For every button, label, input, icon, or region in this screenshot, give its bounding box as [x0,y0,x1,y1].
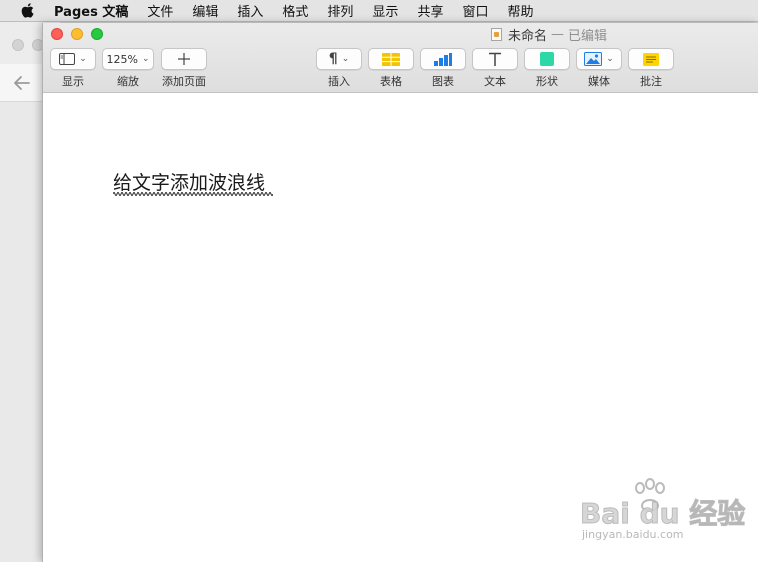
comment-tool: 批注 [628,48,674,89]
menu-insert[interactable]: 插入 [237,1,263,20]
text-t-icon [489,52,501,66]
chevron-down-icon: ⌄ [606,54,614,64]
menu-help[interactable]: 帮助 [507,1,533,20]
zoom-label: 缩放 [117,75,139,88]
zoom-value: 125% [106,52,138,66]
shape-square-icon [540,52,554,66]
media-tool: ⌄ 媒体 [576,48,622,89]
insert-tool: ¶ ⌄ 插入 [316,48,362,89]
add-page-button[interactable] [161,48,207,70]
shape-label: 形状 [536,75,558,88]
text-box-button[interactable] [472,48,518,70]
photo-icon [584,52,603,66]
window-title: 未命名 — 已编辑 [491,25,608,44]
shape-button[interactable] [524,48,570,70]
chart-button[interactable] [420,48,466,70]
menu-app-name[interactable]: Pages 文稿 [54,1,128,20]
comment-button[interactable] [628,48,674,70]
view-button[interactable]: ⌄ [50,48,96,70]
menu-window[interactable]: 窗口 [462,1,488,20]
chart-icon [434,52,452,66]
zoom-tool: 125% ⌄ 缩放 [102,48,154,89]
comment-label: 批注 [640,75,662,88]
fullscreen-button[interactable] [91,28,103,40]
chevron-down-icon: ⌄ [79,54,87,64]
paragraph-icon: ¶ [328,51,338,67]
menu-format[interactable]: 格式 [282,1,308,20]
document-name[interactable]: 未命名 [508,25,547,44]
shape-tool: 形状 [524,48,570,89]
back-arrow-icon[interactable] [12,74,32,92]
document-icon [491,27,502,41]
text-label: 文本 [484,75,506,88]
insert-button[interactable]: ¶ ⌄ [316,48,362,70]
menu-view[interactable]: 显示 [372,1,398,20]
window-toolbar: 未命名 — 已编辑 ⌄ 显示 125% ⌄ 缩放 添加页面 ¶ ⌄ 插入 表格 … [43,23,758,93]
watermark-brand: Bai du 经验 [579,497,746,531]
view-label: 显示 [62,75,84,88]
insert-label: 插入 [328,75,350,88]
menu-bar: Pages 文稿 文件 编辑 插入 格式 排列 显示 共享 窗口 帮助 [0,0,758,22]
zoom-select[interactable]: 125% ⌄ [102,48,154,70]
close-button[interactable] [51,28,63,40]
add-page-label: 添加页面 [162,75,206,88]
wavy-underline [113,192,273,196]
edit-status: 已编辑 [568,28,608,44]
minimize-button[interactable] [71,28,83,40]
chart-tool: 图表 [420,48,466,89]
traffic-lights [51,28,103,40]
media-label: 媒体 [588,75,610,88]
text-tool: 文本 [472,48,518,89]
add-page-tool: 添加页面 [161,48,207,89]
media-button[interactable]: ⌄ [576,48,622,70]
menu-file[interactable]: 文件 [147,1,173,20]
title-separator: — [551,26,565,42]
menu-arrange[interactable]: 排列 [327,1,353,20]
background-close-button[interactable] [12,39,24,51]
table-icon [382,52,400,66]
baidu-watermark: Bai du 经验 jingyan.baidu.com [579,478,746,548]
table-button[interactable] [368,48,414,70]
table-label: 表格 [380,75,402,88]
plus-icon [178,53,190,65]
watermark-url: jingyan.baidu.com [582,528,684,541]
view-tool: ⌄ 显示 [50,48,96,89]
table-tool: 表格 [368,48,414,89]
menu-edit[interactable]: 编辑 [192,1,218,20]
chart-label: 图表 [432,75,454,88]
chevron-down-icon: ⌄ [341,54,350,64]
background-window-traffic-lights [12,39,44,51]
sidebar-view-icon [59,53,76,65]
apple-menu-icon[interactable] [20,3,34,19]
comment-note-icon [643,52,659,66]
menu-share[interactable]: 共享 [417,1,443,20]
chevron-down-icon: ⌄ [141,54,150,64]
